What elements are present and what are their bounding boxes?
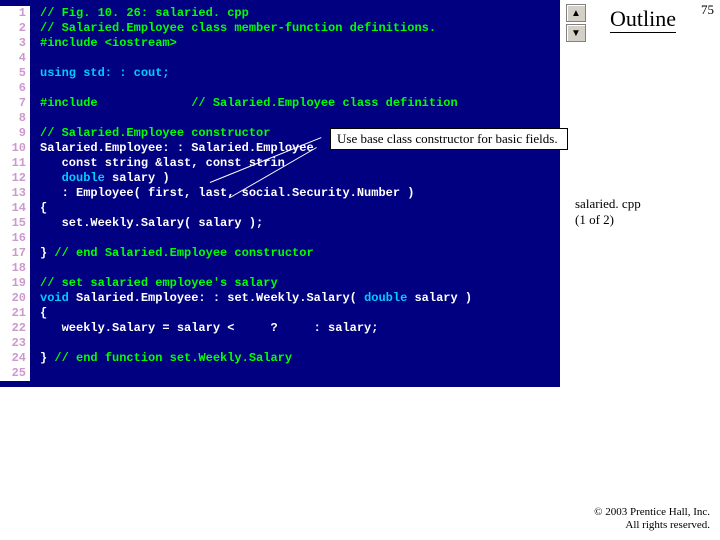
nav-up-button[interactable]: ▲ bbox=[566, 4, 586, 22]
code-text: // set salaried employee's salary bbox=[40, 276, 278, 290]
callout-text: Use base class constructor for basic fie… bbox=[337, 131, 558, 146]
copyright-line: All rights reserved. bbox=[625, 519, 710, 531]
line-number: 17 bbox=[0, 246, 30, 261]
code-text: #include <iostream> bbox=[40, 36, 177, 50]
line-number: 8 bbox=[0, 111, 30, 126]
line-number: 6 bbox=[0, 81, 30, 96]
line-number: 14 bbox=[0, 201, 30, 216]
line-number: 16 bbox=[0, 231, 30, 246]
code-text: : Employee( first, last, social.Security… bbox=[40, 186, 414, 200]
copyright-line: © 2003 Prentice Hall, Inc. bbox=[594, 506, 710, 518]
file-label-part: (1 of 2) bbox=[575, 212, 614, 227]
code-text: } bbox=[40, 246, 54, 260]
line-number: 12 bbox=[0, 171, 30, 186]
line-number: 19 bbox=[0, 276, 30, 291]
nav-down-button[interactable]: ▼ bbox=[566, 24, 586, 42]
code-text: double bbox=[364, 291, 407, 305]
code-text: weekly.Salary = salary < ? : salary; bbox=[40, 321, 378, 335]
nav-buttons: ▲ ▼ bbox=[566, 4, 586, 44]
code-text: double bbox=[62, 171, 105, 185]
line-number: 15 bbox=[0, 216, 30, 231]
file-label-name: salaried. cpp bbox=[575, 196, 641, 211]
code-text: void bbox=[40, 291, 69, 305]
outline-heading: Outline bbox=[610, 6, 676, 33]
line-number: 20 bbox=[0, 291, 30, 306]
line-number: 5 bbox=[0, 66, 30, 81]
line-number: 3 bbox=[0, 36, 30, 51]
code-text: set.Weekly.Salary( salary ); bbox=[40, 216, 263, 230]
line-number: 24 bbox=[0, 351, 30, 366]
code-text: Salaried.Employee: : Salaried.Employee bbox=[40, 141, 314, 155]
code-text: Salaried.Employee: : set.Weekly.Salary( bbox=[69, 291, 364, 305]
line-number: 7 bbox=[0, 96, 30, 111]
line-number: 1 bbox=[0, 6, 30, 21]
line-number: 25 bbox=[0, 366, 30, 381]
line-number: 2 bbox=[0, 21, 30, 36]
code-text: // Salaried.Employee constructor bbox=[40, 126, 270, 140]
code-text: const string &last, const strin bbox=[40, 156, 285, 170]
line-number: 18 bbox=[0, 261, 30, 276]
code-text bbox=[40, 171, 62, 185]
file-label: salaried. cpp (1 of 2) bbox=[575, 196, 641, 228]
code-panel: 1 // Fig. 10. 26: salaried. cpp 2 // Salar… bbox=[0, 0, 560, 387]
code-text: salary ) bbox=[105, 171, 170, 185]
code-text: { bbox=[40, 201, 47, 215]
line-number: 23 bbox=[0, 336, 30, 351]
line-number: 13 bbox=[0, 186, 30, 201]
code-text: // Salaried.Employee class member-functi… bbox=[40, 21, 436, 35]
code-text: using std: : cout; bbox=[40, 66, 170, 80]
code-text: } bbox=[40, 351, 54, 365]
line-number: 21 bbox=[0, 306, 30, 321]
code-text: { bbox=[40, 306, 47, 320]
line-number: 4 bbox=[0, 51, 30, 66]
line-number: 10 bbox=[0, 141, 30, 156]
code-text: #include bbox=[40, 96, 98, 110]
code-text: // Fig. 10. 26: salaried. cpp bbox=[40, 6, 249, 20]
line-number: 11 bbox=[0, 156, 30, 171]
line-number: 9 bbox=[0, 126, 30, 141]
code-text: salary ) bbox=[407, 291, 472, 305]
slide-number: 75 bbox=[701, 2, 714, 18]
copyright: © 2003 Prentice Hall, Inc. All rights re… bbox=[594, 506, 710, 532]
callout-box: Use base class constructor for basic fie… bbox=[330, 128, 568, 150]
code-text: // end function set.Weekly.Salary bbox=[54, 351, 292, 365]
code-text: // Salaried.Employee class definition bbox=[98, 96, 458, 110]
code-text: // end Salaried.Employee constructor bbox=[54, 246, 313, 260]
line-number: 22 bbox=[0, 321, 30, 336]
